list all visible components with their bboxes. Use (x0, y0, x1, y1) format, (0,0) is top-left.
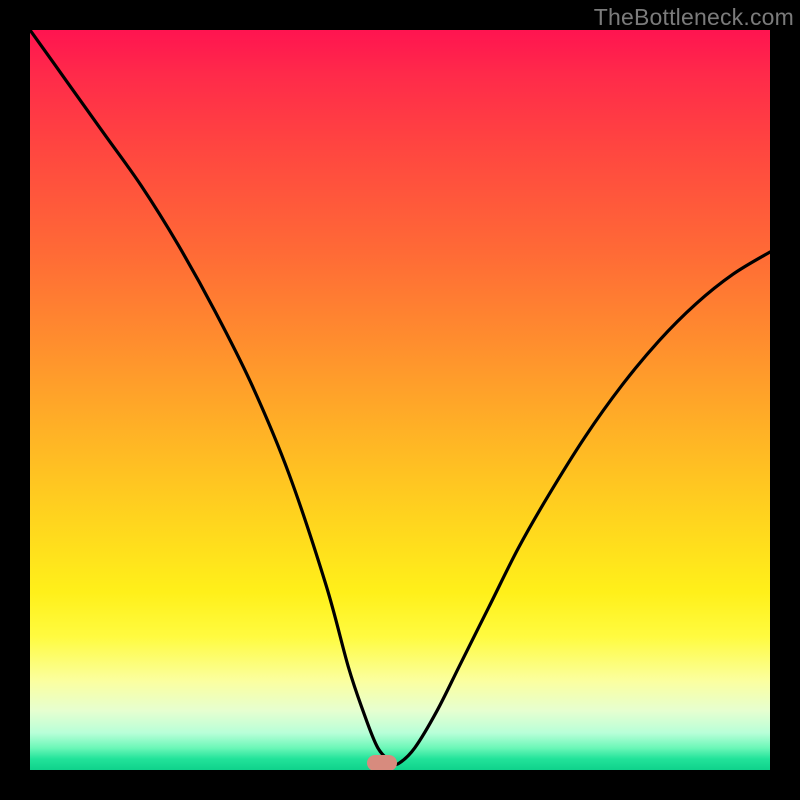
chart-frame: TheBottleneck.com (0, 0, 800, 800)
optimal-marker (367, 755, 397, 770)
bottleneck-curve (30, 30, 770, 770)
plot-area (30, 30, 770, 770)
curve-path (30, 30, 770, 764)
watermark-text: TheBottleneck.com (594, 4, 794, 31)
